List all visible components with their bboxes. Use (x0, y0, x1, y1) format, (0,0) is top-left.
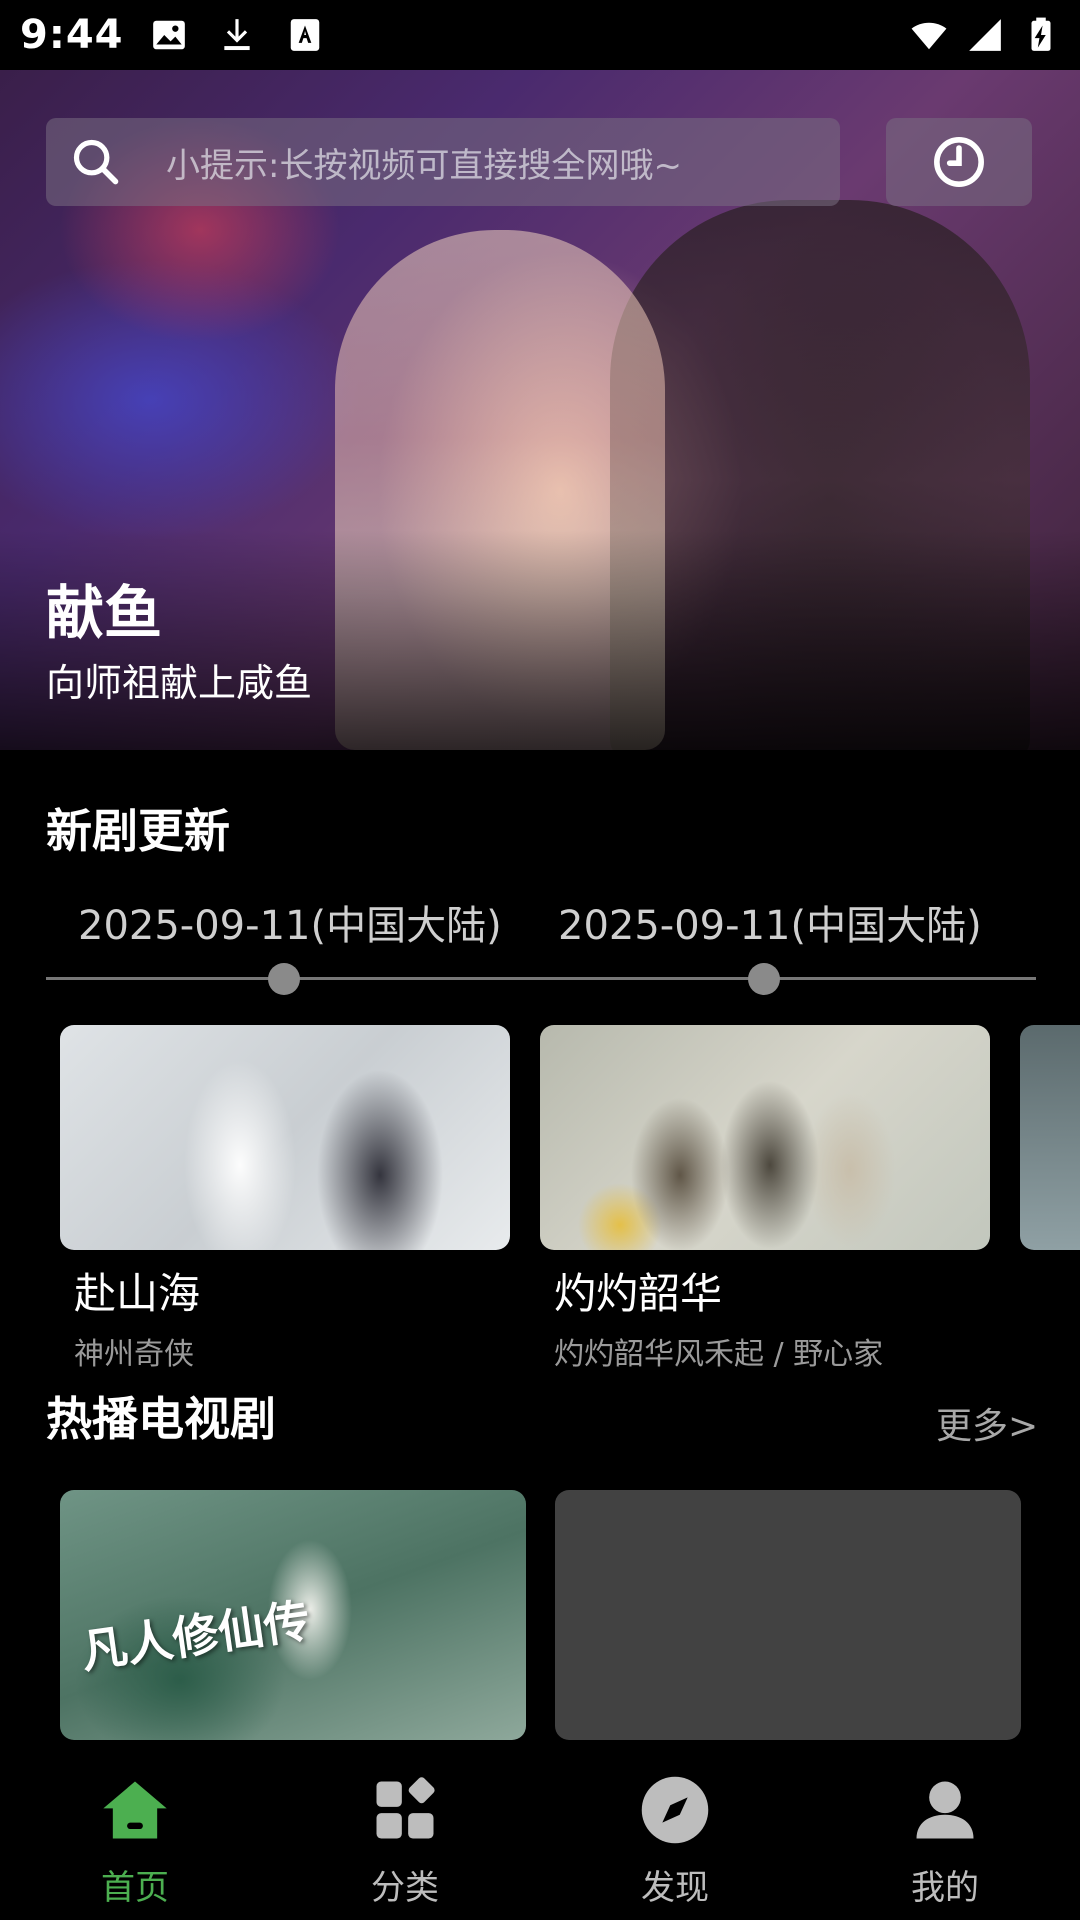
timeline-line (46, 977, 1036, 980)
nav-label: 首页 (101, 1868, 169, 1908)
timeline-dot (748, 963, 780, 995)
drama-thumbnail (540, 1025, 990, 1250)
signal-icon (969, 19, 1001, 51)
user-icon (916, 1781, 974, 1839)
timeline-date: 2025-09-11(中国大陆) (78, 903, 502, 949)
compass-icon (641, 1776, 709, 1844)
search-icon (73, 139, 119, 185)
nav-label: 发现 (641, 1868, 709, 1908)
search-bar[interactable]: 小提示:长按视频可直接搜全网哦~ (46, 118, 840, 206)
status-time: 9:44 (20, 12, 124, 58)
home-icon (103, 1781, 167, 1839)
download-icon (223, 19, 250, 51)
clock-icon (934, 137, 984, 187)
wifi-icon (911, 22, 947, 50)
nav-discover[interactable]: 发现 (540, 1772, 810, 1909)
image-icon (152, 20, 185, 50)
status-bar: 9:44 (0, 0, 1080, 70)
history-button[interactable] (886, 118, 1032, 206)
notification-icons (150, 16, 324, 54)
drama-card[interactable]: 灼灼韶华 灼灼韶华风禾起 / 野心家 (540, 1025, 990, 1373)
drama-card[interactable]: 赴山海 神州奇侠 (60, 1025, 510, 1373)
bottom-nav: 首页 分类 发现 我的 (0, 1742, 1080, 1920)
nav-home[interactable]: 首页 (0, 1772, 270, 1909)
drama-subtitle: 神州奇侠 (74, 1337, 194, 1372)
drama-thumbnail (60, 1025, 510, 1250)
section-title-new-dramas: 新剧更新 (46, 804, 230, 858)
category-icon (376, 1777, 435, 1839)
tv-poster[interactable]: 凡人修仙传 (60, 1490, 526, 1740)
battery-charging-icon (1031, 17, 1051, 51)
nav-label: 分类 (371, 1868, 439, 1908)
drama-card-peek[interactable] (1020, 1025, 1080, 1250)
hero-title: 献鱼 (46, 579, 163, 647)
font-icon (290, 19, 319, 51)
search-placeholder: 小提示:长按视频可直接搜全网哦~ (166, 145, 682, 186)
drama-title: 灼灼韶华 (554, 1269, 723, 1318)
section-title-hot-tv: 热播电视剧 (46, 1392, 276, 1446)
timeline-dot (268, 963, 300, 995)
system-icons (910, 16, 1060, 54)
nav-profile[interactable]: 我的 (810, 1772, 1080, 1909)
tv-poster-placeholder[interactable] (555, 1490, 1021, 1740)
drama-title: 赴山海 (74, 1269, 201, 1318)
poster-logo: 凡人修仙传 (77, 1593, 314, 1679)
hero-subtitle: 向师祖献上咸鱼 (46, 661, 313, 705)
timeline-date: 2025-09-11(中国大陆) (558, 903, 982, 949)
more-link[interactable]: 更多> (936, 1397, 1038, 1449)
drama-subtitle: 灼灼韶华风禾起 / 野心家 (554, 1337, 884, 1372)
nav-category[interactable]: 分类 (270, 1772, 540, 1909)
nav-label: 我的 (911, 1868, 979, 1908)
